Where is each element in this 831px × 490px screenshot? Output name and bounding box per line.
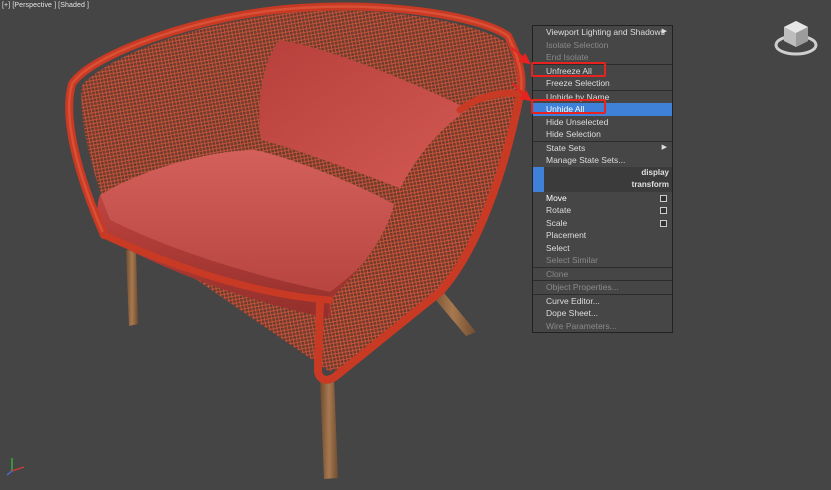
annotation-arrows: [511, 47, 532, 102]
perspective-viewport[interactable]: [+] [Perspective ] [Shaded ] Viewport Li…: [0, 0, 831, 490]
